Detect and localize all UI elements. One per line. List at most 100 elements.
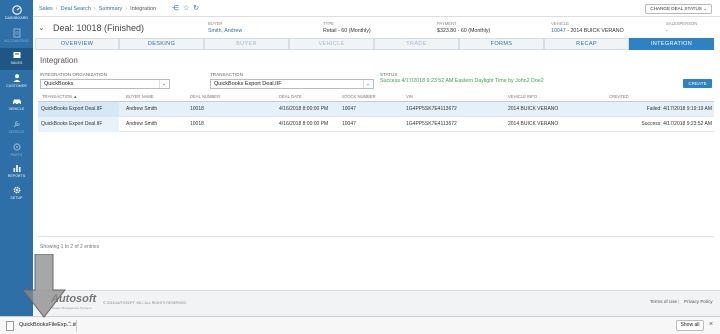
col-header-vin[interactable]: VIN [406, 92, 413, 101]
tab-overview[interactable]: OVERVIEW [35, 38, 119, 50]
status-label: STATUS [380, 72, 398, 77]
breadcrumb-summary[interactable]: Summary [99, 6, 123, 12]
collapse-chevron-icon[interactable]: ⌄ [38, 23, 45, 32]
transaction-select[interactable]: QuickBooks Export Deal.IIF ⌄ [210, 79, 374, 89]
section-title: Integration [40, 56, 78, 65]
payment-label: PAYMENT [437, 21, 457, 26]
change-deal-status-label: CHANGE DEAL STATUS [650, 6, 702, 11]
payment-value: $323.80 - 60 (Monthly) [437, 28, 491, 34]
reports-icon [13, 165, 20, 172]
col-header-stock-number[interactable]: STOCK NUMBER [342, 92, 376, 101]
copyright: © 2018 AUTOSOFT, INC. ALL RIGHTS RESERVE… [103, 301, 187, 305]
sidebar-item-setup[interactable]: SETUP [0, 183, 33, 205]
cell-vin: 1G4PP5SK7E4113672 [406, 106, 457, 112]
vehicle-icon [12, 99, 21, 105]
footer-separator: | [678, 299, 680, 304]
cell-vin: 1G4PP5SK7E4113672 [406, 121, 457, 127]
refresh-icon[interactable]: ↻ [193, 5, 199, 12]
cell-created: Success: 4/17/2018 9:23:52 AM [641, 121, 712, 127]
sidebar-item-label: SETUP [10, 196, 23, 200]
setup-icon [13, 186, 20, 194]
col-header-deal-number[interactable]: DEAL NUMBER [190, 92, 220, 101]
tab-desking[interactable]: DESKING [119, 38, 204, 50]
type-label: TYPE [323, 21, 334, 26]
buyer-label: BUYER [208, 21, 223, 26]
tab-recap[interactable]: RECAP [544, 38, 629, 50]
sidebar-item-accounting[interactable]: ACCOUNTING [0, 26, 33, 48]
deal-payment: PAYMENT $323.80 - 60 (Monthly) [437, 21, 490, 34]
status-value: Success 4/17/2018 9:23:52 AM Eastern Day… [380, 78, 544, 84]
tab-vehicle[interactable]: VEHICLE [289, 38, 374, 50]
accounting-icon [13, 28, 20, 38]
breadcrumb-actions: ⋲ ☆ ↻ [172, 4, 203, 12]
share-icon[interactable]: ⋲ [172, 5, 179, 12]
create-button[interactable]: CREATE [683, 79, 712, 88]
deal-vehicle: VEHICLE 10047 - 2014 BUICK VERANO [551, 21, 624, 34]
privacy-link[interactable]: Privacy Policy [684, 299, 713, 304]
col-header-deal-date[interactable]: DEAL DATE [279, 92, 302, 101]
sidebar-item-label: DASHBOARD [4, 16, 29, 20]
parts-icon [12, 143, 21, 151]
sidebar-item-vehicle[interactable]: VEHICLE [0, 94, 33, 116]
breadcrumb: Sales › Deal Search › Summary › Integration [39, 6, 157, 12]
chevron-down-icon: ⌄ [159, 80, 168, 88]
col-header-buyer-name[interactable]: BUYER NAME [126, 92, 154, 101]
transaction-label: TRANSACTION [210, 72, 243, 77]
sidebar-item-dashboard[interactable]: DASHBOARD [0, 3, 33, 25]
cell-deal-date: 4/16/2018 8:00:00 PM [279, 121, 329, 127]
cell-deal-date: 4/16/2018 8:00:00 PM [279, 106, 329, 112]
breadcrumb-deal-search[interactable]: Deal Search [61, 6, 91, 12]
sidebar-item-customer[interactable]: CUSTOMER [0, 71, 33, 93]
terms-link[interactable]: Terms of Use [650, 299, 677, 304]
cell-transaction: QuickBooks Export Deal.IIF [38, 102, 119, 117]
download-arrow-icon [22, 254, 66, 318]
col-header-transaction[interactable]: TRANSACTION ▲ [42, 92, 77, 101]
tab-trade[interactable]: TRADE [374, 38, 459, 50]
deal-tabs: OVERVIEW DESKING BUYER VEHICLE TRADE FOR… [35, 38, 720, 50]
breadcrumb-sales[interactable]: Sales [39, 6, 53, 12]
vehicle-stock-link[interactable]: 10047 [551, 28, 566, 34]
download-bar: QuickBooksFileExp....iif ⌃ Show all × [0, 316, 720, 334]
cell-stock-number: 10047 [342, 106, 356, 112]
customer-icon [13, 74, 20, 82]
chevron-up-icon[interactable]: ⌃ [67, 321, 72, 328]
sidebar-item-sales[interactable]: SALES [0, 48, 33, 70]
tab-forms[interactable]: FORMS [459, 38, 544, 50]
cell-deal-number: 10018 [190, 121, 204, 127]
change-deal-status-button[interactable]: CHANGE DEAL STATUS ⌄ [645, 4, 712, 14]
file-icon [6, 321, 14, 331]
deal-buyer: BUYER Smith, Andrew [208, 21, 242, 34]
sidebar-item-parts[interactable]: PARTS [0, 140, 33, 162]
table-row[interactable]: QuickBooks Export Deal.IIF Andrew Smith … [38, 117, 714, 132]
sidebar-item-label: PARTS [10, 153, 23, 157]
buyer-link[interactable]: Smith, Andrew [208, 28, 242, 34]
deal-type: TYPE Retail - 60 (Monthly) [323, 21, 371, 34]
col-header-created[interactable]: CREATED [609, 92, 629, 101]
tab-buyer[interactable]: BUYER [204, 38, 289, 50]
show-all-button[interactable]: Show all [676, 320, 704, 331]
cell-deal-number: 10018 [190, 106, 204, 112]
cell-vehicle-info: 2014 BUICK VERANO [508, 121, 559, 127]
type-value: Retail - 60 (Monthly) [323, 28, 371, 34]
org-label: INTEGRATION ORGANIZATION [40, 72, 107, 77]
vehicle-desc: - 2014 BUICK VERANO [565, 28, 624, 34]
sidebar-item-service[interactable]: SERVICE [0, 117, 33, 139]
top-bar: Sales › Deal Search › Summary › Integration ⋲ ☆… [33, 0, 720, 17]
sidebar-item-label: REPORTS [7, 174, 26, 178]
cell-buyer-name: Andrew Smith [126, 121, 158, 127]
star-icon[interactable]: ☆ [183, 5, 189, 12]
cell-buyer-name: Andrew Smith [126, 106, 158, 112]
cell-stock-number: 10047 [342, 121, 356, 127]
integration-org-select[interactable]: QuickBooks ⌄ [40, 79, 170, 89]
chevron-down-icon: ⌄ [703, 6, 707, 11]
service-icon [13, 120, 20, 128]
dashboard-icon [11, 5, 22, 15]
col-header-vehicle-info[interactable]: VEHICLE INFO [508, 92, 537, 101]
table-row[interactable]: QuickBooks Export Deal.IIF Andrew Smith … [38, 102, 714, 117]
tab-integration[interactable]: INTEGRATION [629, 38, 714, 50]
sidebar-item-reports[interactable]: REPORTS [0, 161, 33, 183]
download-divider [76, 320, 77, 332]
close-icon[interactable]: × [709, 321, 713, 328]
cell-transaction: QuickBooks Export Deal.IIF [38, 117, 119, 132]
salesperson-label: SALESPERSON [666, 21, 698, 26]
